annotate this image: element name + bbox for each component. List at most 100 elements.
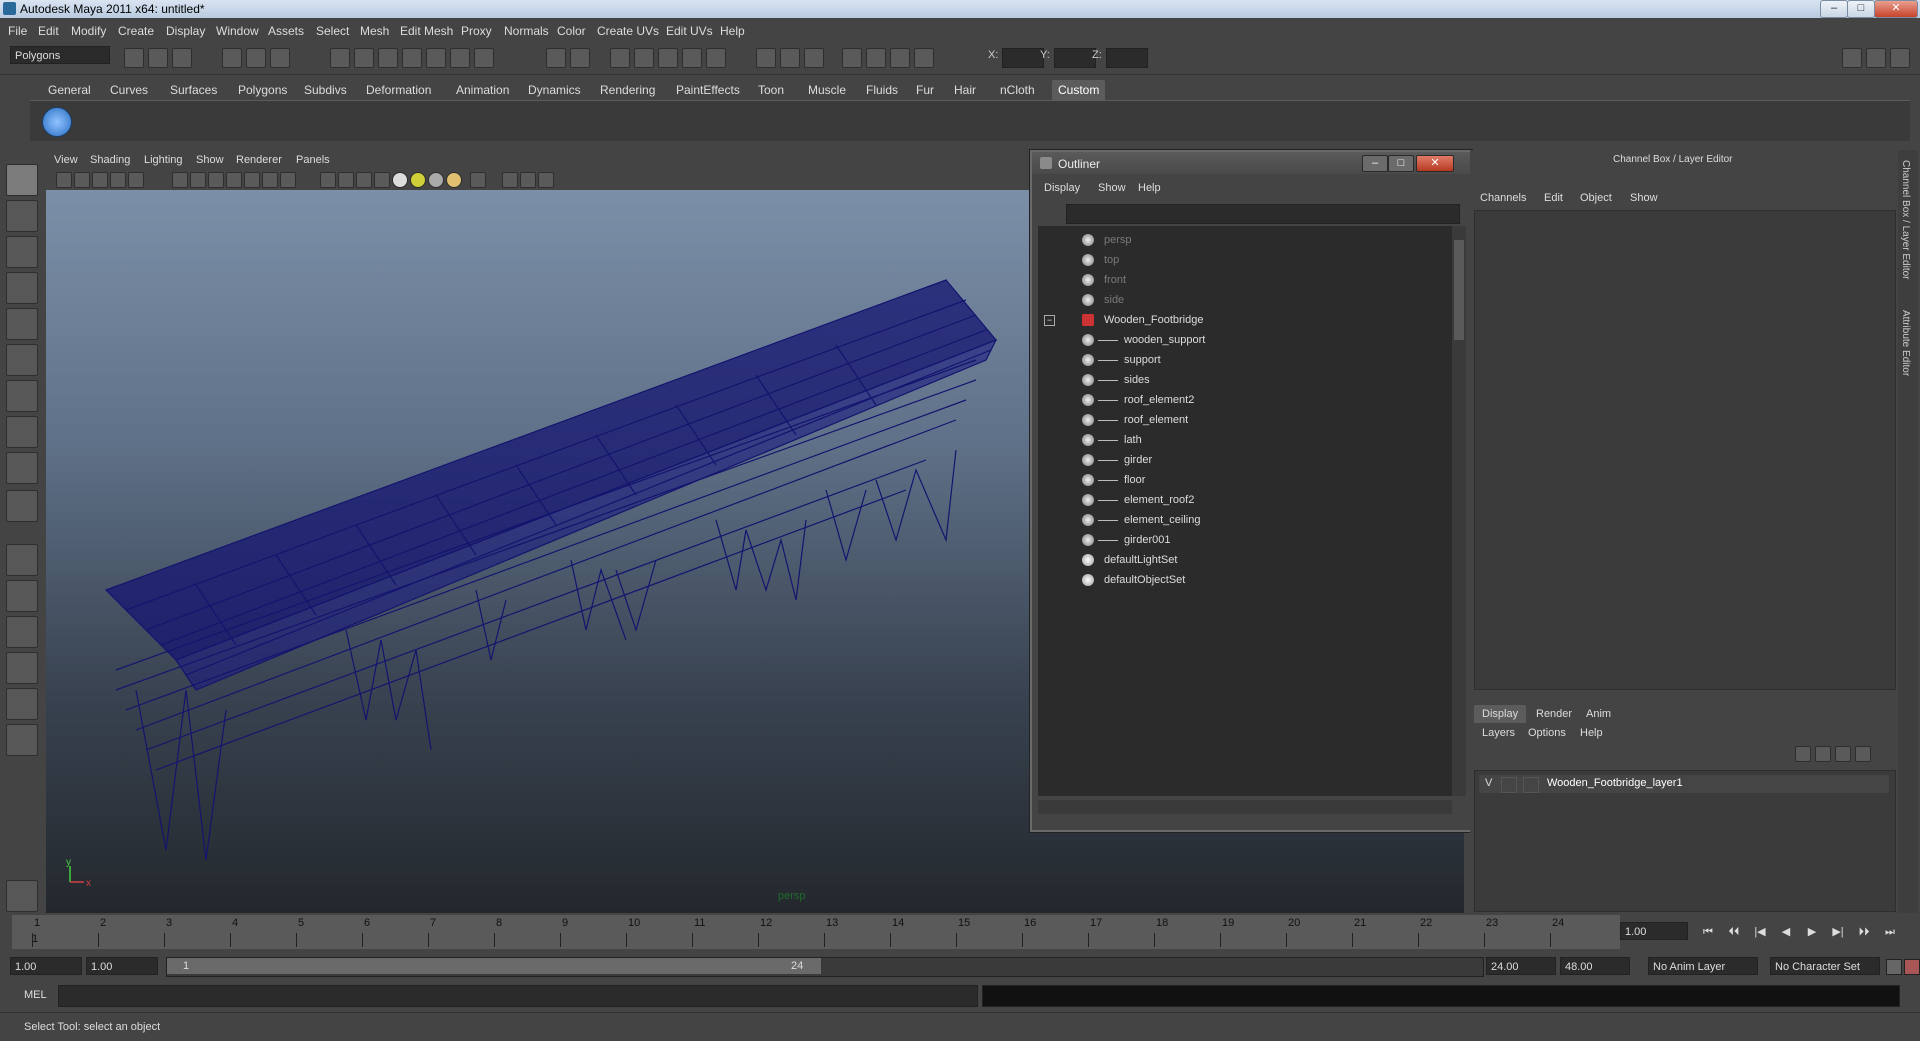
step-forward-frame-button[interactable]: ▶| bbox=[1830, 924, 1846, 940]
auto-key-icon[interactable] bbox=[1886, 959, 1902, 975]
layer-tab-render[interactable]: Render bbox=[1528, 705, 1580, 723]
menu-create-uvs[interactable]: Create UVs bbox=[597, 24, 659, 38]
tab-fluids[interactable]: Fluids bbox=[860, 80, 904, 100]
hypershade-icon[interactable] bbox=[682, 48, 702, 68]
menu-set-dropdown[interactable]: Polygons bbox=[10, 46, 110, 64]
custom-shelf-button-icon[interactable] bbox=[42, 107, 72, 137]
tab-subdivs[interactable]: Subdivs bbox=[298, 80, 353, 100]
help-icon[interactable] bbox=[474, 48, 494, 68]
menu-file[interactable]: File bbox=[8, 24, 27, 38]
cb-menu-edit[interactable]: Edit bbox=[1544, 192, 1563, 204]
outliner-menu-display[interactable]: Display bbox=[1044, 182, 1080, 194]
xray-joints-icon[interactable] bbox=[520, 172, 536, 188]
outliner-item-child[interactable]: element_ceiling bbox=[1038, 510, 1438, 530]
snap-point-icon[interactable] bbox=[378, 48, 398, 68]
tab-painteffects[interactable]: PaintEffects bbox=[670, 80, 746, 100]
tab-surfaces[interactable]: Surfaces bbox=[164, 80, 223, 100]
animation-end-field[interactable]: 48.00 bbox=[1560, 957, 1630, 975]
outliner-item-set[interactable]: defaultObjectSet bbox=[1038, 570, 1438, 590]
default-light-icon[interactable] bbox=[392, 172, 408, 188]
last-tool-icon[interactable] bbox=[6, 490, 38, 522]
animation-prefs-icon[interactable] bbox=[1904, 959, 1920, 975]
film-gate-icon[interactable] bbox=[190, 172, 206, 188]
image-plane-icon[interactable] bbox=[110, 172, 126, 188]
ipr-render-icon[interactable] bbox=[634, 48, 654, 68]
vp-menu-lighting[interactable]: Lighting bbox=[144, 154, 183, 166]
tab-dynamics[interactable]: Dynamics bbox=[522, 80, 587, 100]
outliner-menu-show[interactable]: Show bbox=[1098, 182, 1126, 194]
manipulator-tool-icon[interactable] bbox=[6, 380, 38, 412]
cb-menu-channels[interactable]: Channels bbox=[1480, 192, 1526, 204]
channel-box-area[interactable] bbox=[1474, 210, 1896, 690]
menu-modify[interactable]: Modify bbox=[71, 24, 106, 38]
vp-menu-renderer[interactable]: Renderer bbox=[236, 154, 282, 166]
maximize-button[interactable]: □ bbox=[1847, 0, 1875, 18]
tab-ncloth[interactable]: nCloth bbox=[994, 80, 1041, 100]
range-slider-thumb[interactable]: 1 24 bbox=[167, 958, 821, 974]
single-view-layout-icon[interactable] bbox=[6, 544, 38, 576]
menu-window[interactable]: Window bbox=[216, 24, 259, 38]
menu-mesh[interactable]: Mesh bbox=[360, 24, 389, 38]
tool-settings-icon[interactable] bbox=[914, 48, 934, 68]
outliner-close-button[interactable]: ✕ bbox=[1416, 155, 1454, 172]
menu-color[interactable]: Color bbox=[557, 24, 586, 38]
current-frame-field[interactable]: 1.00 bbox=[1620, 922, 1688, 940]
new-layer-icon[interactable] bbox=[1795, 746, 1811, 762]
collapse-toggle-icon[interactable]: − bbox=[1044, 315, 1055, 326]
tab-curves[interactable]: Curves bbox=[104, 80, 154, 100]
menu-create[interactable]: Create bbox=[118, 24, 154, 38]
grid-icon[interactable] bbox=[172, 172, 188, 188]
select-object-icon[interactable] bbox=[246, 48, 266, 68]
outliner-maximize-button[interactable]: □ bbox=[1388, 155, 1414, 172]
step-back-frame-button[interactable]: |◀ bbox=[1752, 924, 1768, 940]
absolute-transform-icon[interactable] bbox=[780, 48, 800, 68]
outliner-item-child[interactable]: floor bbox=[1038, 470, 1438, 490]
z-field[interactable] bbox=[1106, 48, 1148, 68]
toggle-tool-settings-icon[interactable] bbox=[1890, 48, 1910, 68]
menu-edit-mesh[interactable]: Edit Mesh bbox=[400, 24, 453, 38]
vp-menu-view[interactable]: View bbox=[54, 154, 78, 166]
outliner-menu-help[interactable]: Help bbox=[1138, 182, 1161, 194]
tab-hair[interactable]: Hair bbox=[948, 80, 982, 100]
select-tool-icon[interactable] bbox=[6, 164, 38, 196]
tab-animation[interactable]: Animation bbox=[450, 80, 515, 100]
tab-general[interactable]: General bbox=[42, 80, 97, 100]
menu-display[interactable]: Display bbox=[166, 24, 205, 38]
side-tab-attribute-editor[interactable]: Attribute Editor bbox=[1900, 310, 1911, 376]
history-icon[interactable] bbox=[450, 48, 470, 68]
layer-menu-help[interactable]: Help bbox=[1580, 727, 1603, 739]
xray-components-icon[interactable] bbox=[538, 172, 554, 188]
field-chart-icon[interactable] bbox=[244, 172, 260, 188]
cb-menu-show[interactable]: Show bbox=[1630, 192, 1658, 204]
side-tab-channel-box[interactable]: Channel Box / Layer Editor bbox=[1900, 160, 1911, 280]
character-set-dropdown[interactable]: No Character Set bbox=[1770, 957, 1880, 975]
range-slider-track[interactable]: 1 24 bbox=[166, 957, 1484, 977]
tab-toon[interactable]: Toon bbox=[752, 80, 790, 100]
toggle-attribute-editor-icon[interactable] bbox=[1866, 48, 1886, 68]
snap-curve-icon[interactable] bbox=[354, 48, 374, 68]
x-field[interactable] bbox=[1002, 48, 1044, 68]
new-scene-icon[interactable] bbox=[124, 48, 144, 68]
shadows-icon[interactable] bbox=[428, 172, 444, 188]
tab-deformation[interactable]: Deformation bbox=[360, 80, 437, 100]
camera-attributes-icon[interactable] bbox=[74, 172, 90, 188]
outliner-item-child[interactable]: roof_element bbox=[1038, 410, 1438, 430]
input-line-icon[interactable] bbox=[756, 48, 776, 68]
menu-assets[interactable]: Assets bbox=[268, 24, 304, 38]
two-d-pan-icon[interactable] bbox=[128, 172, 144, 188]
cb-menu-object[interactable]: Object bbox=[1580, 192, 1612, 204]
layer-down-icon[interactable] bbox=[1855, 746, 1871, 762]
tab-fur[interactable]: Fur bbox=[910, 80, 940, 100]
close-button[interactable]: ✕ bbox=[1874, 0, 1918, 18]
menu-edit-uvs[interactable]: Edit UVs bbox=[666, 24, 713, 38]
anim-layer-dropdown[interactable]: No Anim Layer bbox=[1648, 957, 1758, 975]
go-to-end-button[interactable]: ⏭ bbox=[1882, 924, 1898, 940]
resolution-gate-icon[interactable] bbox=[208, 172, 224, 188]
lasso-tool-icon[interactable] bbox=[6, 200, 38, 232]
soft-mod-tool-icon[interactable] bbox=[6, 416, 38, 448]
outliner-vertical-scrollbar[interactable] bbox=[1452, 226, 1466, 796]
layer-row[interactable]: V Wooden_Footbridge_layer1 bbox=[1479, 775, 1889, 793]
outliner-item-set[interactable]: defaultLightSet bbox=[1038, 550, 1438, 570]
textured-icon[interactable] bbox=[374, 172, 390, 188]
play-backwards-button[interactable]: ◀ bbox=[1778, 924, 1794, 940]
